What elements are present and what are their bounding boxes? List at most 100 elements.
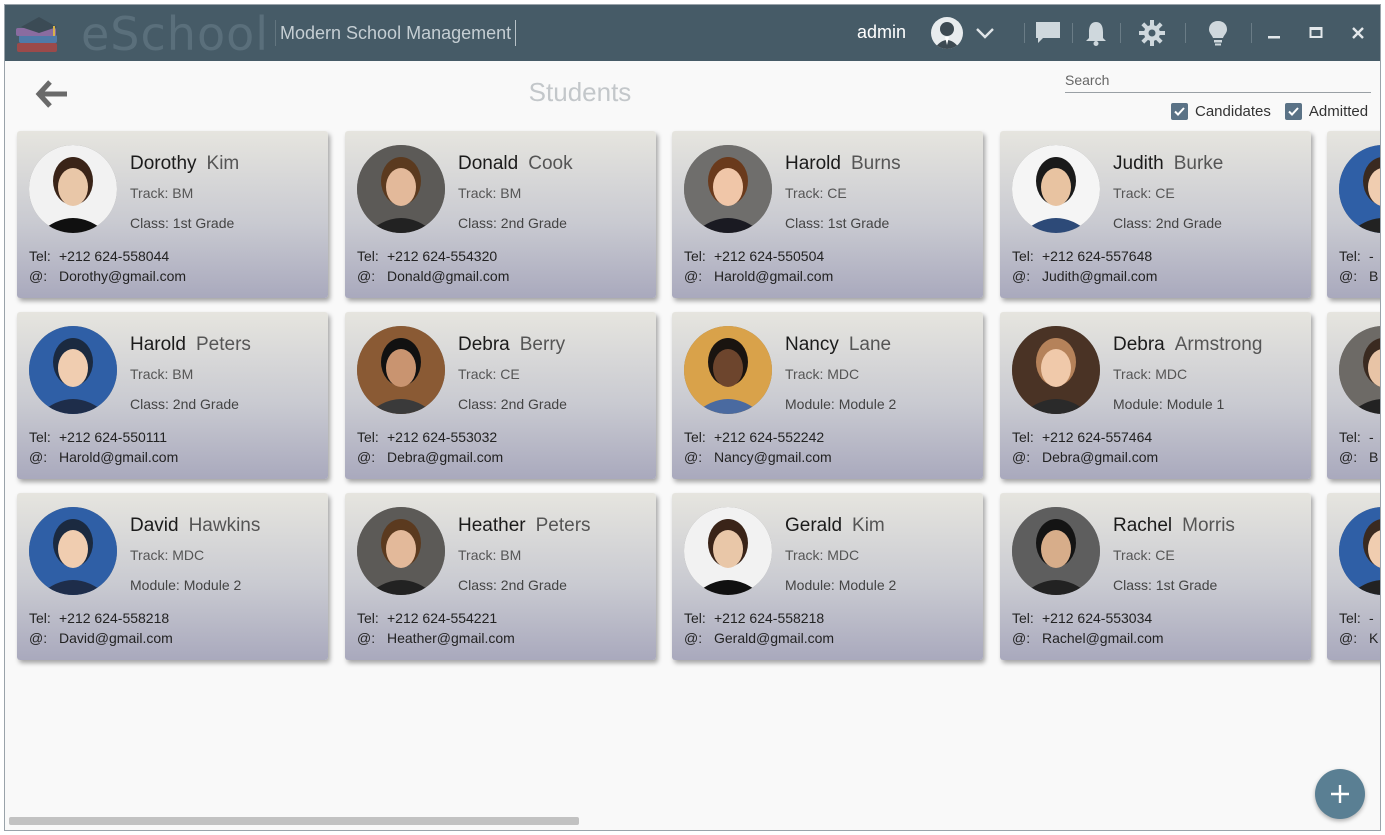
student-card-partial[interactable]: Tel: - @: K: [1327, 493, 1380, 660]
student-name: Donald Cook: [458, 153, 573, 175]
student-first-name: Dorothy: [130, 153, 197, 174]
email-value: David@gmail.com: [59, 630, 173, 646]
student-card[interactable]: Debra Armstrong Track: MDC Module: Module 1…: [1000, 312, 1311, 479]
student-card[interactable]: Nancy Lane Track: MDC Module: Module 2 Tel: +…: [672, 312, 983, 479]
student-photo: [1339, 326, 1380, 414]
student-card[interactable]: Harold Peters Track: BM Class: 2nd Grade Tel…: [17, 312, 328, 479]
chevron-down-icon[interactable]: [971, 19, 999, 47]
minimize-icon[interactable]: [1260, 19, 1288, 47]
student-class: Class: 2nd Grade: [130, 396, 239, 412]
student-phone: Tel: +212 624-558044: [29, 248, 169, 264]
student-track: Track: BM: [130, 366, 194, 382]
student-first-name: Heather: [458, 515, 526, 536]
email-label: @:: [1339, 630, 1358, 646]
phone-value: +212 624-557648: [1042, 248, 1153, 264]
bell-icon[interactable]: [1082, 19, 1110, 47]
close-icon[interactable]: [1344, 19, 1372, 47]
student-card[interactable]: Heather Peters Track: BM Class: 2nd Grade Te…: [345, 493, 656, 660]
student-phone: Tel: +212 624-558218: [684, 610, 824, 626]
student-name: Dorothy Kim: [130, 153, 239, 175]
phone-value: +212 624-553032: [387, 429, 498, 445]
student-card-partial[interactable]: Tel: - @: B: [1327, 131, 1380, 298]
back-arrow-icon[interactable]: [35, 79, 71, 109]
email-label: @:: [684, 630, 703, 646]
student-class: Class: 2nd Grade: [458, 215, 567, 231]
search-input[interactable]: [1065, 67, 1371, 93]
checkbox-checked-icon[interactable]: [1171, 103, 1188, 120]
phone-value: +212 624-558218: [59, 610, 170, 626]
email-value: Rachel@gmail.com: [1042, 630, 1164, 646]
tel-label: Tel:: [357, 248, 379, 264]
student-card[interactable]: Donald Cook Track: BM Class: 2nd Grade Tel: +…: [345, 131, 656, 298]
student-email: @: Dorothy@gmail.com: [29, 268, 186, 284]
email-label: @:: [1339, 449, 1358, 465]
phone-value: -: [1369, 429, 1374, 445]
student-phone: Tel: -: [1339, 429, 1374, 445]
student-phone: Tel: +212 624-554320: [357, 248, 497, 264]
candidates-checkbox[interactable]: Candidates: [1171, 103, 1271, 120]
page-title: Students: [528, 77, 632, 107]
student-phone: Tel: -: [1339, 610, 1374, 626]
student-track: Track: BM: [130, 185, 194, 201]
student-last-name: Kim: [206, 153, 240, 174]
student-track: Track: CE: [1113, 185, 1175, 201]
student-card[interactable]: Debra Berry Track: CE Class: 2nd Grade Tel: +…: [345, 312, 656, 479]
user-name[interactable]: admin: [857, 22, 906, 43]
student-card[interactable]: Judith Burke Track: CE Class: 2nd Grade Tel:…: [1000, 131, 1311, 298]
student-email: @: Nancy@gmail.com: [684, 449, 832, 465]
email-value: B: [1369, 268, 1379, 284]
student-card[interactable]: David Hawkins Track: MDC Module: Module 2 Te…: [17, 493, 328, 660]
phone-value: -: [1369, 610, 1374, 626]
chat-icon[interactable]: [1034, 19, 1062, 47]
student-card[interactable]: Harold Burns Track: CE Class: 1st Grade Tel:…: [672, 131, 983, 298]
student-photo: [357, 145, 445, 233]
student-track: Track: CE: [1113, 547, 1175, 563]
maximize-icon[interactable]: [1302, 19, 1330, 47]
email-label: @:: [1339, 268, 1358, 284]
student-email: @: Harold@gmail.com: [29, 449, 178, 465]
student-last-name: Hawkins: [188, 515, 261, 536]
student-photo: [1339, 145, 1380, 233]
student-card[interactable]: Gerald Kim Track: MDC Module: Module 2 Tel: +…: [672, 493, 983, 660]
student-photo: [1339, 507, 1380, 595]
student-track: Track: CE: [785, 185, 847, 201]
student-class: Class: 2nd Grade: [1113, 215, 1222, 231]
admitted-label: Admitted: [1308, 103, 1369, 120]
student-first-name: Harold: [785, 153, 841, 174]
student-photo: [29, 507, 117, 595]
student-email: @: Donald@gmail.com: [357, 268, 509, 284]
email-label: @:: [1012, 449, 1031, 465]
student-first-name: Harold: [130, 334, 186, 355]
tel-label: Tel:: [1012, 610, 1034, 626]
user-avatar-icon[interactable]: [931, 17, 963, 49]
add-student-button[interactable]: [1315, 769, 1365, 819]
student-class: Module: Module 1: [1113, 396, 1225, 412]
phone-value: +212 624-552242: [714, 429, 825, 445]
email-value: K: [1369, 630, 1379, 646]
horizontal-scrollbar[interactable]: [9, 817, 579, 825]
student-email: @: K: [1339, 630, 1378, 646]
student-first-name: Donald: [458, 153, 519, 174]
student-class: Class: 1st Grade: [130, 215, 235, 231]
admitted-checkbox[interactable]: Admitted: [1284, 103, 1369, 120]
email-value: Judith@gmail.com: [1042, 268, 1158, 284]
tel-label: Tel:: [684, 610, 706, 626]
student-email: @: B: [1339, 268, 1378, 284]
phone-value: -: [1369, 248, 1374, 264]
student-last-name: Lane: [848, 334, 892, 355]
email-label: @:: [684, 449, 703, 465]
student-card[interactable]: Rachel Morris Track: CE Class: 1st Grade Tel…: [1000, 493, 1311, 660]
student-class: Module: Module 2: [785, 396, 897, 412]
student-email: @: Heather@gmail.com: [357, 630, 515, 646]
student-card-partial[interactable]: Tel: - @: B: [1327, 312, 1380, 479]
student-card[interactable]: Dorothy Kim Track: BM Class: 1st Grade Tel: +…: [17, 131, 328, 298]
checkbox-checked-icon[interactable]: [1284, 103, 1302, 120]
student-phone: Tel: +212 624-553032: [357, 429, 497, 445]
tel-label: Tel:: [684, 429, 706, 445]
student-photo: [357, 507, 445, 595]
lightbulb-icon[interactable]: [1204, 19, 1232, 47]
gear-icon[interactable]: [1138, 19, 1166, 47]
student-photo: [684, 326, 772, 414]
tel-label: Tel:: [1012, 429, 1034, 445]
student-class: Class: 2nd Grade: [458, 396, 567, 412]
